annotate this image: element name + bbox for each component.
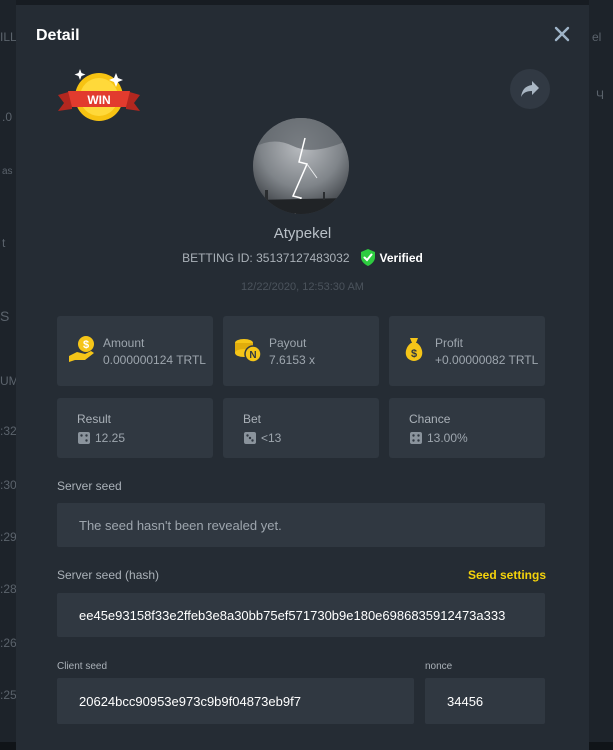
chance-label: Chance bbox=[409, 412, 451, 426]
bg-fragment: :25 bbox=[0, 688, 17, 702]
seed-settings-link[interactable]: Seed settings bbox=[468, 568, 546, 582]
nonce-field[interactable]: 34456 bbox=[425, 678, 545, 724]
bg-fragment: :26 bbox=[0, 636, 17, 650]
share-arrow-icon bbox=[521, 81, 539, 97]
share-button[interactable] bbox=[510, 69, 550, 109]
bg-fragment: as bbox=[2, 166, 13, 177]
dice-icon bbox=[78, 432, 90, 444]
money-hand-icon: $ bbox=[69, 336, 94, 362]
amount-card: $ Amount 0.000000124 TRTL bbox=[57, 316, 213, 386]
amount-value: 0.000000124 TRTL bbox=[103, 353, 206, 367]
nonce-label: nonce bbox=[425, 661, 453, 672]
verified-label: Verified bbox=[379, 250, 423, 265]
coins-icon: N bbox=[235, 339, 262, 363]
profit-card: $ Profit +0.00000082 TRTL bbox=[389, 316, 545, 386]
client-seed-field[interactable]: 20624bcc90953e973c9b9f04873eb9f7 bbox=[57, 678, 414, 724]
svg-text:N: N bbox=[249, 350, 256, 361]
bet-label: Bet bbox=[243, 412, 262, 426]
result-card: Result 12.25 bbox=[57, 398, 213, 458]
modal-header: Detail bbox=[16, 5, 589, 65]
username: Atypekel bbox=[273, 225, 332, 242]
bg-fragment: S bbox=[0, 308, 10, 324]
payout-card: N Payout 7.6153 x bbox=[223, 316, 379, 386]
server-seed-field: The seed hasn't been revealed yet. bbox=[57, 503, 545, 547]
bg-fragment: ILL bbox=[0, 30, 17, 44]
payout-label: Payout bbox=[269, 336, 307, 350]
background-page-right bbox=[589, 0, 613, 750]
modal-title: Detail bbox=[36, 27, 80, 44]
chance-value: 13.00% bbox=[427, 431, 468, 445]
bet-card: Bet <13 bbox=[223, 398, 379, 458]
bg-fragment: t bbox=[2, 236, 6, 250]
close-icon bbox=[554, 26, 570, 42]
money-bag-icon: $ bbox=[405, 338, 423, 361]
payout-value: 7.6153 x bbox=[269, 353, 316, 367]
dice-icon bbox=[410, 432, 422, 444]
server-seed-label: Server seed bbox=[57, 479, 122, 493]
bg-fragment: Ч bbox=[596, 88, 604, 102]
bg-fragment: :28 bbox=[0, 582, 17, 596]
bg-fragment: :30 bbox=[0, 478, 17, 492]
profit-label: Profit bbox=[435, 336, 464, 350]
timestamp: 12/22/2020, 12:53:30 AM bbox=[241, 281, 364, 293]
profit-value: +0.00000082 TRTL bbox=[435, 353, 539, 367]
verified-badge: Verified bbox=[360, 249, 423, 266]
shield-check-icon bbox=[360, 249, 375, 266]
betting-id: BETTING ID: 35137127483032 bbox=[182, 250, 350, 265]
result-value: 12.25 bbox=[95, 431, 126, 445]
server-seed-hash-label: Server seed (hash) bbox=[57, 568, 160, 582]
svg-text:$: $ bbox=[83, 339, 89, 351]
dice-icon bbox=[244, 432, 256, 444]
win-badge-label: WIN bbox=[87, 93, 110, 107]
avatar bbox=[253, 118, 349, 214]
server-seed-hash-field[interactable]: ee45e93158f33e2ffeb3e8a30bb75ef571730b9e… bbox=[57, 593, 545, 637]
chance-card: Chance 13.00% bbox=[389, 398, 545, 458]
result-label: Result bbox=[77, 412, 112, 426]
bg-fragment: .0 bbox=[2, 110, 13, 124]
bg-fragment: :32 bbox=[0, 424, 17, 438]
close-button[interactable] bbox=[551, 23, 573, 45]
bet-value: <13 bbox=[261, 431, 282, 445]
detail-modal: Detail WIN Atypekel BETTING ID: 35137127… bbox=[16, 5, 589, 750]
client-seed-label: Client seed bbox=[57, 661, 108, 672]
betting-id-row: BETTING ID: 35137127483032 Verified bbox=[16, 249, 589, 266]
win-badge: WIN bbox=[56, 67, 142, 125]
amount-label: Amount bbox=[103, 336, 145, 350]
bg-fragment: el bbox=[592, 30, 602, 44]
bg-fragment: :29 bbox=[0, 530, 17, 544]
svg-text:$: $ bbox=[411, 348, 417, 360]
